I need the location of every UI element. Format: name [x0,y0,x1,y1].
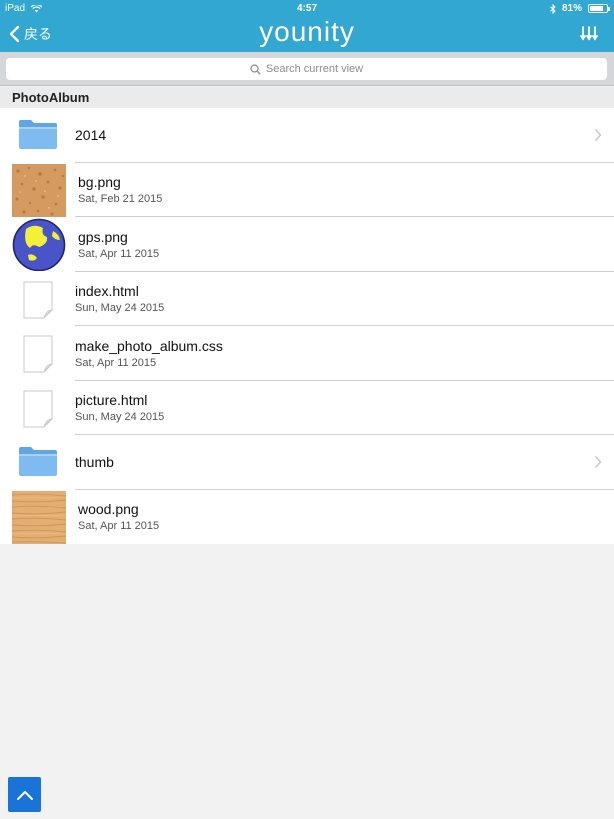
globe-icon [12,218,66,271]
sort-options-icon[interactable] [580,25,598,41]
image-thumbnail [12,490,66,544]
folder-row[interactable]: 2014 [0,108,614,163]
item-name: wood.png [78,501,139,517]
top-bar: iPad 4:57 81% 戻る younity [0,0,614,52]
search-placeholder: Search current view [265,63,364,75]
file-row[interactable]: make_photo_album.css Sat, Apr 11 2015 [0,326,614,381]
folder-row[interactable]: thumb [0,435,614,490]
item-name: 2014 [75,127,107,143]
item-date: Sat, Feb 21 2015 [78,193,163,205]
document-icon [23,335,54,373]
chevron-right-icon [594,128,602,142]
section-header: PhotoAlbum [0,87,614,108]
item-name: thumb [75,454,114,470]
document-icon [23,390,54,427]
item-date: Sun, May 24 2015 [75,302,165,314]
item-name: picture.html [75,392,148,408]
file-row[interactable]: bg.png Sat, Feb 21 2015 [0,163,614,217]
status-time: 4:57 [296,3,317,14]
file-list: 2014 bg.png Sat, Feb 21 2015 gps.png Sat… [0,108,614,544]
item-date: Sat, Apr 11 2015 [78,247,160,260]
nav-bar: 戻る younity [0,16,614,52]
folder-icon [19,447,57,476]
folder-icon [19,120,57,149]
item-name: gps.png [78,228,128,245]
document-icon [23,281,54,318]
app-logo: younity [259,16,355,47]
item-date: Sat, Apr 11 2015 [75,356,157,369]
item-name: index.html [75,283,139,299]
file-row[interactable]: gps.png Sat, Apr 11 2015 [0,217,614,272]
item-name: make_photo_album.css [75,337,223,354]
file-row[interactable]: picture.html Sun, May 24 2015 [0,381,614,435]
file-row[interactable]: index.html Sun, May 24 2015 [0,272,614,326]
chevron-up-icon [16,790,33,800]
search-icon [250,63,261,75]
image-thumbnail [12,163,66,217]
search-bar: Search current view [0,52,614,86]
search-input[interactable]: Search current view [6,58,607,80]
scroll-to-top-button[interactable] [8,777,41,812]
item-date: Sat, Apr 11 2015 [78,520,160,532]
bluetooth-icon [550,3,556,14]
battery-icon [588,4,610,13]
file-row[interactable]: wood.png Sat, Apr 11 2015 [0,490,614,545]
item-name: bg.png [78,174,121,190]
chevron-right-icon [594,455,602,469]
status-bar: iPad 4:57 81% [0,0,614,16]
item-date: Sun, May 24 2015 [75,411,165,423]
battery-percent: 81% [561,3,582,14]
